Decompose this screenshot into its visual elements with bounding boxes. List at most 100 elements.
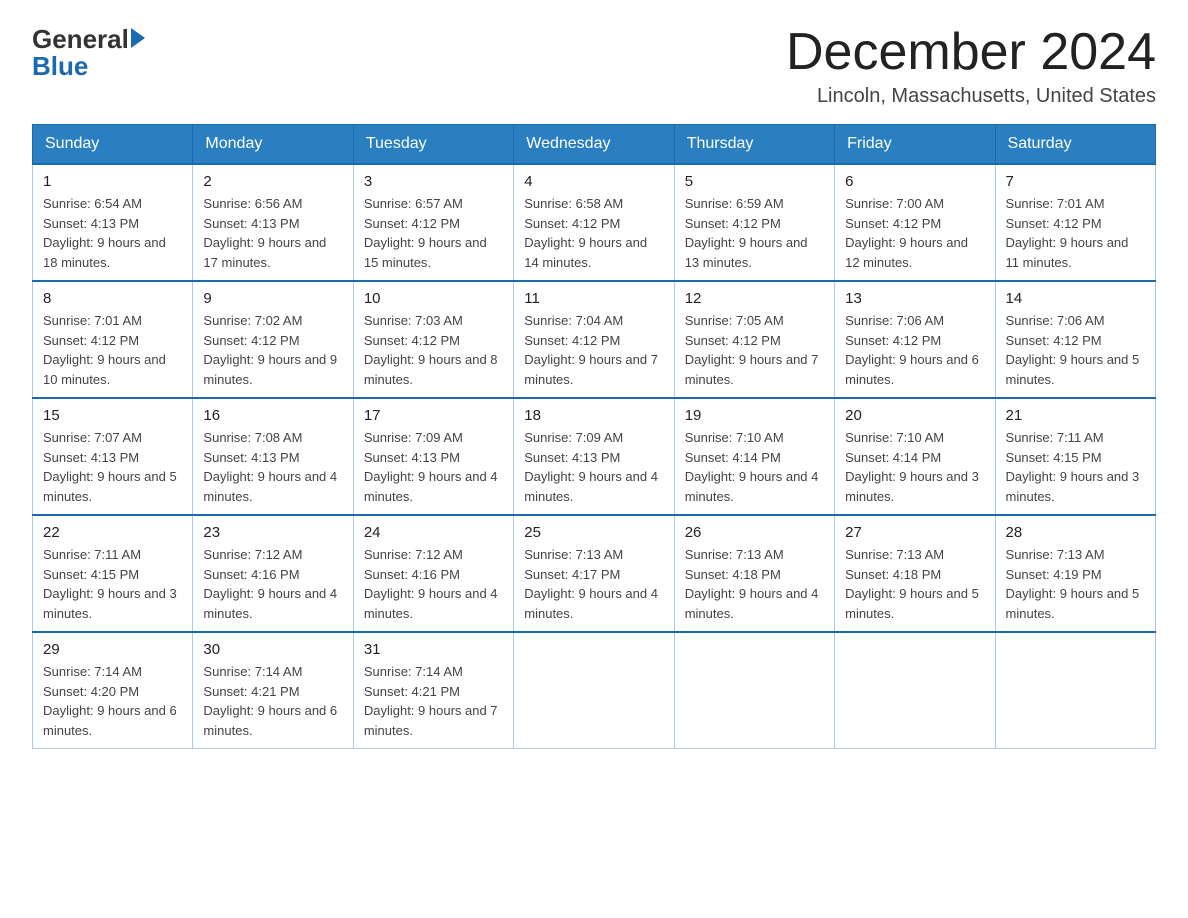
calendar-cell: 16 Sunrise: 7:08 AMSunset: 4:13 PMDaylig… <box>193 398 353 515</box>
calendar-cell <box>514 632 674 749</box>
day-number: 11 <box>524 290 663 307</box>
day-number: 29 <box>43 641 182 658</box>
day-info: Sunrise: 7:11 AMSunset: 4:15 PMDaylight:… <box>1006 428 1145 506</box>
day-number: 5 <box>685 173 824 190</box>
day-info: Sunrise: 7:09 AMSunset: 4:13 PMDaylight:… <box>524 428 663 506</box>
calendar-cell: 1 Sunrise: 6:54 AMSunset: 4:13 PMDayligh… <box>33 164 193 281</box>
day-number: 2 <box>203 173 342 190</box>
calendar-cell: 2 Sunrise: 6:56 AMSunset: 4:13 PMDayligh… <box>193 164 353 281</box>
day-info: Sunrise: 7:12 AMSunset: 4:16 PMDaylight:… <box>203 545 342 623</box>
calendar-cell: 30 Sunrise: 7:14 AMSunset: 4:21 PMDaylig… <box>193 632 353 749</box>
calendar-cell: 13 Sunrise: 7:06 AMSunset: 4:12 PMDaylig… <box>835 281 995 398</box>
day-number: 14 <box>1006 290 1145 307</box>
month-title: December 2024 <box>786 24 1156 81</box>
calendar-cell: 25 Sunrise: 7:13 AMSunset: 4:17 PMDaylig… <box>514 515 674 632</box>
day-number: 25 <box>524 524 663 541</box>
week-row-5: 29 Sunrise: 7:14 AMSunset: 4:20 PMDaylig… <box>33 632 1156 749</box>
day-info: Sunrise: 7:13 AMSunset: 4:19 PMDaylight:… <box>1006 545 1145 623</box>
week-row-3: 15 Sunrise: 7:07 AMSunset: 4:13 PMDaylig… <box>33 398 1156 515</box>
day-info: Sunrise: 7:06 AMSunset: 4:12 PMDaylight:… <box>1006 311 1145 389</box>
day-info: Sunrise: 7:09 AMSunset: 4:13 PMDaylight:… <box>364 428 503 506</box>
day-info: Sunrise: 7:10 AMSunset: 4:14 PMDaylight:… <box>845 428 984 506</box>
calendar-cell: 3 Sunrise: 6:57 AMSunset: 4:12 PMDayligh… <box>353 164 513 281</box>
day-number: 31 <box>364 641 503 658</box>
weekday-header-friday: Friday <box>835 125 995 165</box>
day-info: Sunrise: 7:14 AMSunset: 4:21 PMDaylight:… <box>364 662 503 740</box>
day-number: 16 <box>203 407 342 424</box>
logo: General Blue <box>32 24 145 82</box>
location-label: Lincoln, Massachusetts, United States <box>786 85 1156 108</box>
calendar-cell: 20 Sunrise: 7:10 AMSunset: 4:14 PMDaylig… <box>835 398 995 515</box>
calendar-cell: 28 Sunrise: 7:13 AMSunset: 4:19 PMDaylig… <box>995 515 1155 632</box>
day-number: 6 <box>845 173 984 190</box>
weekday-header-sunday: Sunday <box>33 125 193 165</box>
calendar-cell: 15 Sunrise: 7:07 AMSunset: 4:13 PMDaylig… <box>33 398 193 515</box>
weekday-header-monday: Monday <box>193 125 353 165</box>
day-number: 15 <box>43 407 182 424</box>
day-info: Sunrise: 6:54 AMSunset: 4:13 PMDaylight:… <box>43 194 182 272</box>
day-info: Sunrise: 7:13 AMSunset: 4:18 PMDaylight:… <box>845 545 984 623</box>
weekday-header-row: SundayMondayTuesdayWednesdayThursdayFrid… <box>33 125 1156 165</box>
day-number: 23 <box>203 524 342 541</box>
day-info: Sunrise: 7:07 AMSunset: 4:13 PMDaylight:… <box>43 428 182 506</box>
calendar-cell: 10 Sunrise: 7:03 AMSunset: 4:12 PMDaylig… <box>353 281 513 398</box>
day-number: 10 <box>364 290 503 307</box>
day-number: 26 <box>685 524 824 541</box>
calendar-cell: 9 Sunrise: 7:02 AMSunset: 4:12 PMDayligh… <box>193 281 353 398</box>
calendar-cell: 22 Sunrise: 7:11 AMSunset: 4:15 PMDaylig… <box>33 515 193 632</box>
day-number: 21 <box>1006 407 1145 424</box>
calendar-cell: 31 Sunrise: 7:14 AMSunset: 4:21 PMDaylig… <box>353 632 513 749</box>
calendar-cell: 21 Sunrise: 7:11 AMSunset: 4:15 PMDaylig… <box>995 398 1155 515</box>
calendar-cell: 5 Sunrise: 6:59 AMSunset: 4:12 PMDayligh… <box>674 164 834 281</box>
day-info: Sunrise: 6:57 AMSunset: 4:12 PMDaylight:… <box>364 194 503 272</box>
calendar-cell: 27 Sunrise: 7:13 AMSunset: 4:18 PMDaylig… <box>835 515 995 632</box>
day-number: 7 <box>1006 173 1145 190</box>
calendar-cell: 7 Sunrise: 7:01 AMSunset: 4:12 PMDayligh… <box>995 164 1155 281</box>
calendar-cell: 24 Sunrise: 7:12 AMSunset: 4:16 PMDaylig… <box>353 515 513 632</box>
day-info: Sunrise: 7:13 AMSunset: 4:18 PMDaylight:… <box>685 545 824 623</box>
weekday-header-thursday: Thursday <box>674 125 834 165</box>
day-info: Sunrise: 7:11 AMSunset: 4:15 PMDaylight:… <box>43 545 182 623</box>
day-info: Sunrise: 7:03 AMSunset: 4:12 PMDaylight:… <box>364 311 503 389</box>
calendar-cell: 14 Sunrise: 7:06 AMSunset: 4:12 PMDaylig… <box>995 281 1155 398</box>
day-number: 20 <box>845 407 984 424</box>
logo-arrow-icon <box>131 28 145 48</box>
day-number: 19 <box>685 407 824 424</box>
day-number: 1 <box>43 173 182 190</box>
weekday-header-saturday: Saturday <box>995 125 1155 165</box>
calendar-cell: 17 Sunrise: 7:09 AMSunset: 4:13 PMDaylig… <box>353 398 513 515</box>
weekday-header-tuesday: Tuesday <box>353 125 513 165</box>
day-number: 13 <box>845 290 984 307</box>
calendar-cell <box>835 632 995 749</box>
day-info: Sunrise: 7:06 AMSunset: 4:12 PMDaylight:… <box>845 311 984 389</box>
day-number: 28 <box>1006 524 1145 541</box>
title-section: December 2024 Lincoln, Massachusetts, Un… <box>786 24 1156 108</box>
day-info: Sunrise: 7:14 AMSunset: 4:20 PMDaylight:… <box>43 662 182 740</box>
calendar-cell <box>995 632 1155 749</box>
day-number: 4 <box>524 173 663 190</box>
day-info: Sunrise: 7:13 AMSunset: 4:17 PMDaylight:… <box>524 545 663 623</box>
day-info: Sunrise: 6:56 AMSunset: 4:13 PMDaylight:… <box>203 194 342 272</box>
calendar-cell: 6 Sunrise: 7:00 AMSunset: 4:12 PMDayligh… <box>835 164 995 281</box>
week-row-2: 8 Sunrise: 7:01 AMSunset: 4:12 PMDayligh… <box>33 281 1156 398</box>
day-info: Sunrise: 7:05 AMSunset: 4:12 PMDaylight:… <box>685 311 824 389</box>
day-number: 12 <box>685 290 824 307</box>
calendar-cell: 18 Sunrise: 7:09 AMSunset: 4:13 PMDaylig… <box>514 398 674 515</box>
weekday-header-wednesday: Wednesday <box>514 125 674 165</box>
calendar-cell: 4 Sunrise: 6:58 AMSunset: 4:12 PMDayligh… <box>514 164 674 281</box>
day-info: Sunrise: 7:01 AMSunset: 4:12 PMDaylight:… <box>1006 194 1145 272</box>
calendar-cell <box>674 632 834 749</box>
calendar-cell: 8 Sunrise: 7:01 AMSunset: 4:12 PMDayligh… <box>33 281 193 398</box>
calendar-cell: 19 Sunrise: 7:10 AMSunset: 4:14 PMDaylig… <box>674 398 834 515</box>
calendar-cell: 29 Sunrise: 7:14 AMSunset: 4:20 PMDaylig… <box>33 632 193 749</box>
day-info: Sunrise: 7:00 AMSunset: 4:12 PMDaylight:… <box>845 194 984 272</box>
week-row-1: 1 Sunrise: 6:54 AMSunset: 4:13 PMDayligh… <box>33 164 1156 281</box>
day-info: Sunrise: 7:12 AMSunset: 4:16 PMDaylight:… <box>364 545 503 623</box>
day-number: 8 <box>43 290 182 307</box>
page-header: General Blue December 2024 Lincoln, Mass… <box>32 24 1156 108</box>
day-number: 17 <box>364 407 503 424</box>
day-number: 24 <box>364 524 503 541</box>
day-number: 22 <box>43 524 182 541</box>
calendar-cell: 12 Sunrise: 7:05 AMSunset: 4:12 PMDaylig… <box>674 281 834 398</box>
calendar-cell: 26 Sunrise: 7:13 AMSunset: 4:18 PMDaylig… <box>674 515 834 632</box>
